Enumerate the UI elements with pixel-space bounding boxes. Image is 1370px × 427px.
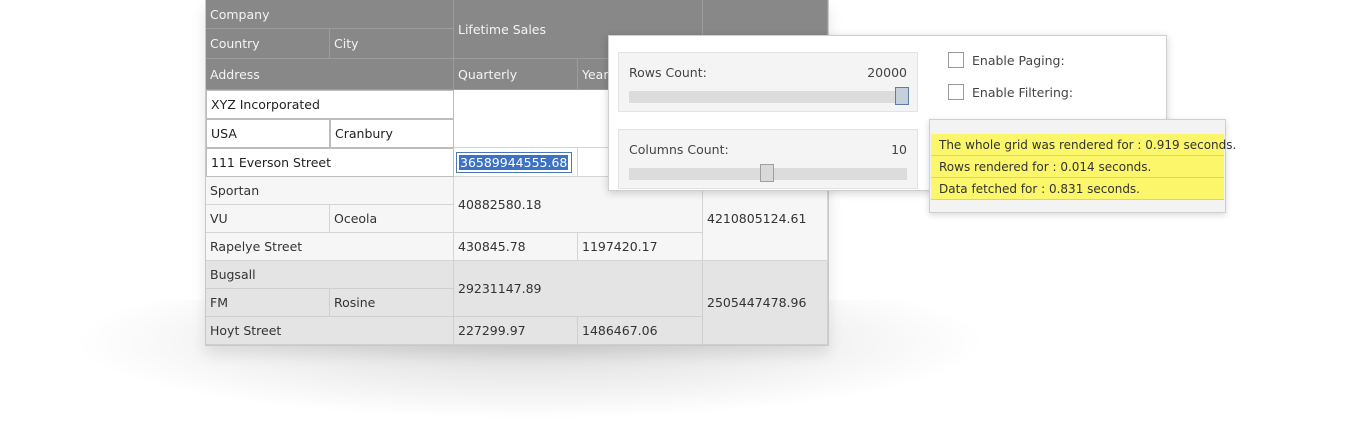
cell-total[interactable]: 2505447478.96 [703,261,828,345]
cell-company[interactable]: Sportan [206,177,454,205]
rows-count-slider-thumb[interactable] [895,87,909,105]
cell-quarterly[interactable]: 430845.78 [454,233,578,261]
cell-city[interactable]: Rosine [330,289,454,317]
render-time-line: The whole grid was rendered for : 0.919 … [931,134,1236,156]
rows-time-line: Rows rendered for : 0.014 seconds. [931,156,1224,178]
cell-address-editor[interactable]: 111 Everson Street [206,148,454,177]
rows-count-value: 20000 [867,65,907,80]
rows-count-slider-box: Rows Count: 20000 [618,52,918,112]
cell-country-editor[interactable]: USA [206,119,330,148]
cell-address[interactable]: Hoyt Street [206,317,454,345]
columns-count-label: Columns Count: [629,142,729,157]
cell-quarterly-editor[interactable]: 36589944555.68 [454,148,578,177]
performance-panel: The whole grid was rendered for : 0.919 … [929,119,1236,213]
cell-city-editor[interactable]: Cranbury [330,119,454,148]
cell-company[interactable]: Bugsall [206,261,454,289]
enable-filtering-label: Enable Filtering: [972,84,1074,100]
columns-count-slider-box: Columns Count: 10 [618,129,918,189]
fetch-time-line: Data fetched for : 0.831 seconds. [931,178,1224,200]
cell-country[interactable]: FM [206,289,330,317]
enable-paging-checkbox[interactable]: Enable Paging: [948,52,1065,68]
cell-country[interactable]: VU [206,205,330,233]
cell-yearly[interactable]: 1486467.06 [578,317,703,345]
cell-lifetime-sales[interactable]: 29231147.89 [454,261,703,317]
columns-count-value: 10 [891,142,907,157]
cell-quarterly[interactable]: 227299.97 [454,317,578,345]
header-quarterly[interactable]: Quarterly [454,59,578,90]
checkbox-icon[interactable] [948,84,964,100]
header-address[interactable]: Address [206,59,454,90]
rows-count-label: Rows Count: [629,65,707,80]
cell-company-editor[interactable]: XYZ Incorporated [206,90,454,119]
rows-count-slider-track[interactable] [629,91,907,103]
header-company[interactable]: Company [206,0,454,29]
enable-filtering-checkbox[interactable]: Enable Filtering: [948,84,1073,100]
header-country[interactable]: Country [206,29,330,59]
header-city[interactable]: City [330,29,454,59]
quarterly-input[interactable]: 36589944555.68 [456,151,573,173]
selected-text: 36589944555.68 [459,154,569,170]
cell-city[interactable]: Oceola [330,205,454,233]
enable-paging-label: Enable Paging: [972,52,1065,68]
cell-yearly[interactable]: 1197420.17 [578,233,703,261]
columns-count-slider-thumb[interactable] [759,164,774,182]
checkbox-icon[interactable] [948,52,964,68]
cell-address[interactable]: Rapelye Street [206,233,454,261]
